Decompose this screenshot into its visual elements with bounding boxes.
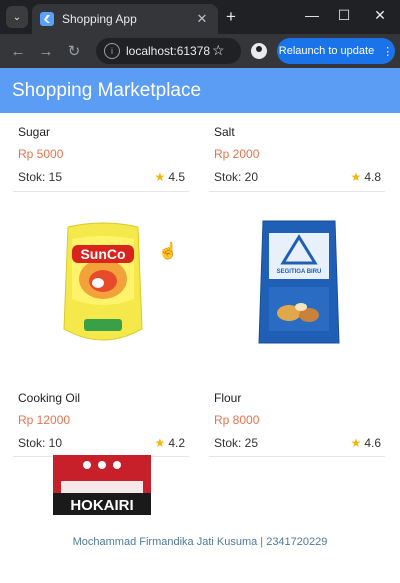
- star-icon: ★: [154, 170, 166, 184]
- product-name: Flour: [214, 391, 242, 405]
- product-price: Rp 8000: [214, 413, 260, 427]
- product-name: Sugar: [18, 125, 51, 139]
- new-tab-button[interactable]: +: [226, 7, 236, 27]
- flour-brand-text: SEGITIGA BIRU: [277, 269, 322, 275]
- product-rating: ★ 4.8: [351, 170, 381, 184]
- close-window-button[interactable]: ✕: [370, 7, 390, 24]
- maximize-button[interactable]: ☐: [334, 7, 354, 24]
- relaunch-button[interactable]: Relaunch to update ⋮: [277, 38, 395, 64]
- back-icon[interactable]: ←: [4, 43, 32, 60]
- profile-icon[interactable]: [251, 43, 267, 59]
- rating-value: 4.2: [168, 436, 185, 450]
- flour-image: SEGITIGA BIRU: [258, 220, 340, 344]
- product-name: Salt: [214, 125, 235, 139]
- more-menu-icon: ⋮: [382, 45, 394, 58]
- product-card-sugar[interactable]: Sugar Rp 5000 Stok: 15 ★ 4.5: [13, 113, 189, 193]
- browser-tab-strip: ⌄ Shopping App ✕ + — ☐ ✕: [0, 0, 400, 34]
- product-rating: ★ 4.2: [155, 436, 185, 450]
- rating-value: 4.5: [168, 170, 185, 184]
- product-name: Cooking Oil: [18, 391, 81, 405]
- rating-value: 4.6: [364, 436, 381, 450]
- browser-tab[interactable]: Shopping App ✕: [32, 4, 218, 34]
- rice-brand-text: HOKAIRI: [70, 497, 133, 514]
- rice-image: HOKAIRI: [53, 455, 151, 515]
- site-info-icon[interactable]: i: [104, 43, 120, 59]
- star-icon: ★: [154, 436, 166, 450]
- flutter-icon: [40, 12, 54, 26]
- product-stock: Stok: 20: [214, 170, 259, 184]
- minimize-button[interactable]: —: [302, 7, 322, 23]
- rating-value: 4.8: [364, 170, 381, 184]
- mouse-cursor-icon: ☝: [158, 243, 178, 260]
- product-stock: Stok: 25: [214, 436, 259, 450]
- relaunch-label: Relaunch to update: [278, 45, 375, 57]
- cooking-oil-image: SunCo: [63, 222, 143, 341]
- tab-title: Shopping App: [62, 12, 137, 26]
- tab-close-icon[interactable]: ✕: [194, 11, 210, 27]
- product-rating: ★ 4.6: [351, 436, 381, 450]
- forward-icon[interactable]: →: [32, 43, 60, 60]
- product-price: Rp 12000: [18, 413, 71, 427]
- star-icon: ★: [350, 170, 362, 184]
- oil-brand-text: SunCo: [80, 246, 125, 262]
- product-card-salt[interactable]: Salt Rp 2000 Stok: 20 ★ 4.8: [209, 113, 385, 193]
- page-title: Shopping Marketplace: [12, 79, 202, 101]
- bookmark-star-icon[interactable]: ☆: [212, 42, 225, 59]
- browser-toolbar: ← → ↻ i localhost:61378 ☆ Relaunch to up…: [0, 34, 400, 68]
- card-divider: [13, 191, 189, 192]
- app-bar: Shopping Marketplace: [0, 68, 400, 113]
- url-text: localhost:61378: [126, 44, 211, 58]
- product-stock: Stok: 10: [18, 436, 63, 450]
- tab-search-button[interactable]: ⌄: [6, 6, 28, 28]
- product-card-flour[interactable]: SEGITIGA BIRU Flour Rp 8000 Stok: 25 ★ 4.…: [209, 209, 385, 457]
- card-divider: [209, 191, 385, 192]
- product-card-rice[interactable]: HOKAIRI: [13, 449, 189, 549]
- card-divider: [209, 456, 385, 457]
- product-grid: Sugar Rp 5000 Stok: 15 ★ 4.5 Salt Rp 2000…: [0, 113, 400, 549]
- product-price: Rp 2000: [214, 147, 260, 161]
- product-rating: ★ 4.5: [155, 170, 185, 184]
- product-stock: Stok: 15: [18, 170, 63, 184]
- reload-icon[interactable]: ↻: [60, 42, 88, 60]
- footer-credit: Mochammad Firmandika Jati Kusuma | 23417…: [72, 536, 328, 548]
- product-price: Rp 5000: [18, 147, 64, 161]
- star-icon: ★: [350, 436, 362, 450]
